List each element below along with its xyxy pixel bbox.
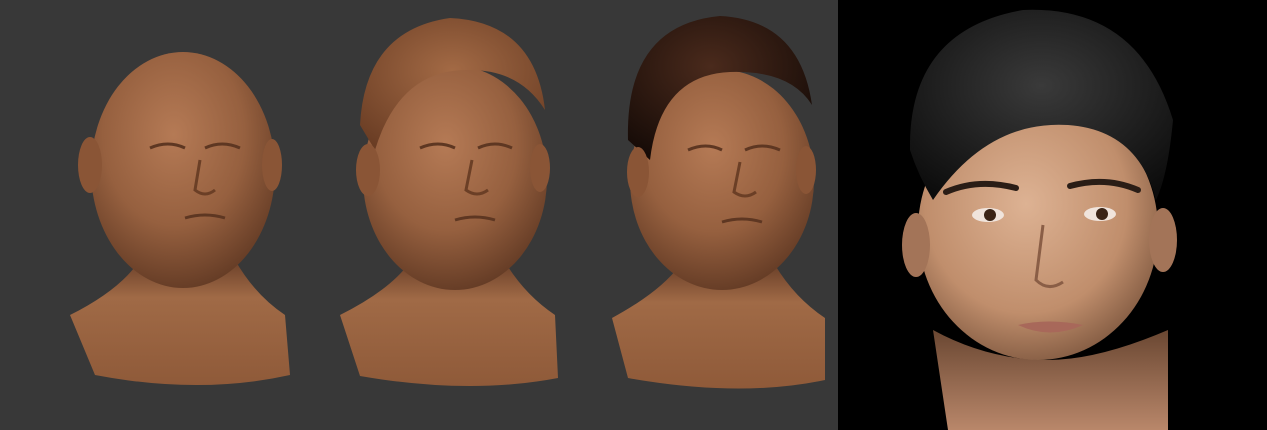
render-head-svg (902, 9, 1177, 430)
final-render-head (902, 9, 1177, 430)
sculpt-viewport (0, 0, 838, 430)
dark-hair-sculpt-head (612, 16, 825, 389)
bald-sculpt-head (70, 52, 290, 385)
image-stage (0, 0, 1267, 430)
final-render-panel (838, 0, 1267, 430)
sculpt-heads-svg (70, 16, 825, 389)
hair-block-sculpt-head (340, 18, 558, 387)
